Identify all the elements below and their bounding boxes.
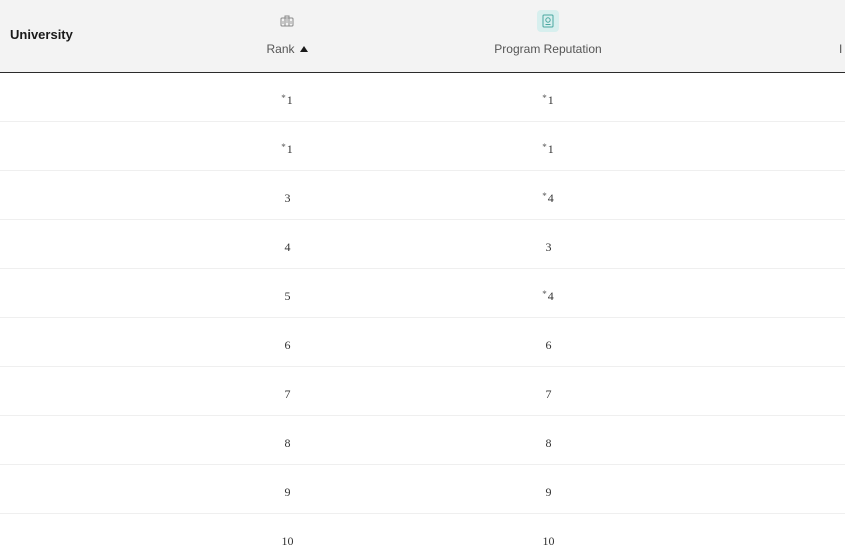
reputation-badge-icon [537, 10, 559, 32]
tie-marker: * [542, 289, 547, 299]
rank-cell: *1 [230, 73, 344, 121]
program-reputation-column-header[interactable]: Program Reputation [478, 0, 618, 72]
rank-cell: 5 [230, 269, 344, 317]
reputation-cell: 8 [478, 416, 618, 464]
rank-cell-value: 1 [286, 93, 293, 107]
rank-cell: 6 [230, 318, 344, 366]
table-row[interactable]: 99 [0, 465, 845, 514]
reputation-cell: 3 [478, 220, 618, 268]
sort-ascending-icon[interactable] [299, 46, 308, 52]
table-row[interactable]: 43 [0, 220, 845, 269]
table-row[interactable]: 88 [0, 416, 845, 465]
ranking-icon [280, 15, 294, 27]
reputation-cell-value: 1 [547, 142, 554, 156]
table-row[interactable]: *1 *1 [0, 122, 845, 171]
rank-cell: *1 [230, 122, 344, 170]
rank-cell-value: 5 [284, 289, 291, 303]
reputation-cell: *1 [478, 73, 618, 121]
program-reputation-header-label: Program Reputation [494, 42, 602, 56]
reputation-cell: 6 [478, 318, 618, 366]
rank-cell-value: 10 [281, 534, 294, 548]
university-column-header[interactable]: University [10, 27, 73, 42]
table-row[interactable]: 3 *4 [0, 171, 845, 220]
reputation-cell-value: 4 [547, 289, 554, 303]
reputation-cell: 7 [478, 367, 618, 415]
table-row[interactable]: 66 [0, 318, 845, 367]
tie-marker: * [542, 191, 547, 201]
rank-cell-value: 3 [284, 191, 291, 205]
rank-cell: 7 [230, 367, 344, 415]
rank-cell-value: 4 [284, 240, 291, 254]
reputation-cell: *4 [478, 269, 618, 317]
rank-cell: 10 [230, 514, 344, 557]
reputation-cell-value: 1 [547, 93, 554, 107]
reputation-cell-value: 4 [547, 191, 554, 205]
reputation-cell-value: 9 [545, 485, 552, 499]
rank-column-header[interactable]: Rank [230, 0, 344, 72]
reputation-cell-value: 7 [545, 387, 552, 401]
reputation-cell: *1 [478, 122, 618, 170]
reputation-cell-value: 3 [545, 240, 552, 254]
reputation-cell: 10 [478, 514, 618, 557]
table-header: University Rank Program Reputation I [0, 0, 845, 73]
tie-marker: * [542, 142, 547, 152]
table-row[interactable]: 10 10 [0, 514, 845, 557]
rank-header-label: Rank [266, 42, 295, 56]
tie-marker: * [542, 93, 547, 103]
rank-cell: 4 [230, 220, 344, 268]
tie-marker: * [281, 93, 286, 103]
rankings-table: University Rank Program Reputation I *1 … [0, 0, 845, 557]
rank-cell-value: 1 [286, 142, 293, 156]
reputation-cell-value: 8 [545, 436, 552, 450]
reputation-cell: 9 [478, 465, 618, 513]
table-row[interactable]: 77 [0, 367, 845, 416]
reputation-cell-value: 6 [545, 338, 552, 352]
rank-cell-value: 6 [284, 338, 291, 352]
reputation-cell: *4 [478, 171, 618, 219]
reputation-cell-value: 10 [542, 534, 555, 548]
table-body: *1 *1 *1 *1 3 *4 4 3 5 *4 6 6 7 7 8 8 9 9 10 10 [0, 73, 845, 557]
clipped-column-header[interactable]: I [839, 42, 842, 56]
rank-cell: 9 [230, 465, 344, 513]
rank-cell-value: 7 [284, 387, 291, 401]
rank-cell-value: 9 [284, 485, 291, 499]
rank-cell-value: 8 [284, 436, 291, 450]
table-row[interactable]: *1 *1 [0, 73, 845, 122]
rank-cell: 8 [230, 416, 344, 464]
table-row[interactable]: 5 *4 [0, 269, 845, 318]
rank-cell: 3 [230, 171, 344, 219]
tie-marker: * [281, 142, 286, 152]
